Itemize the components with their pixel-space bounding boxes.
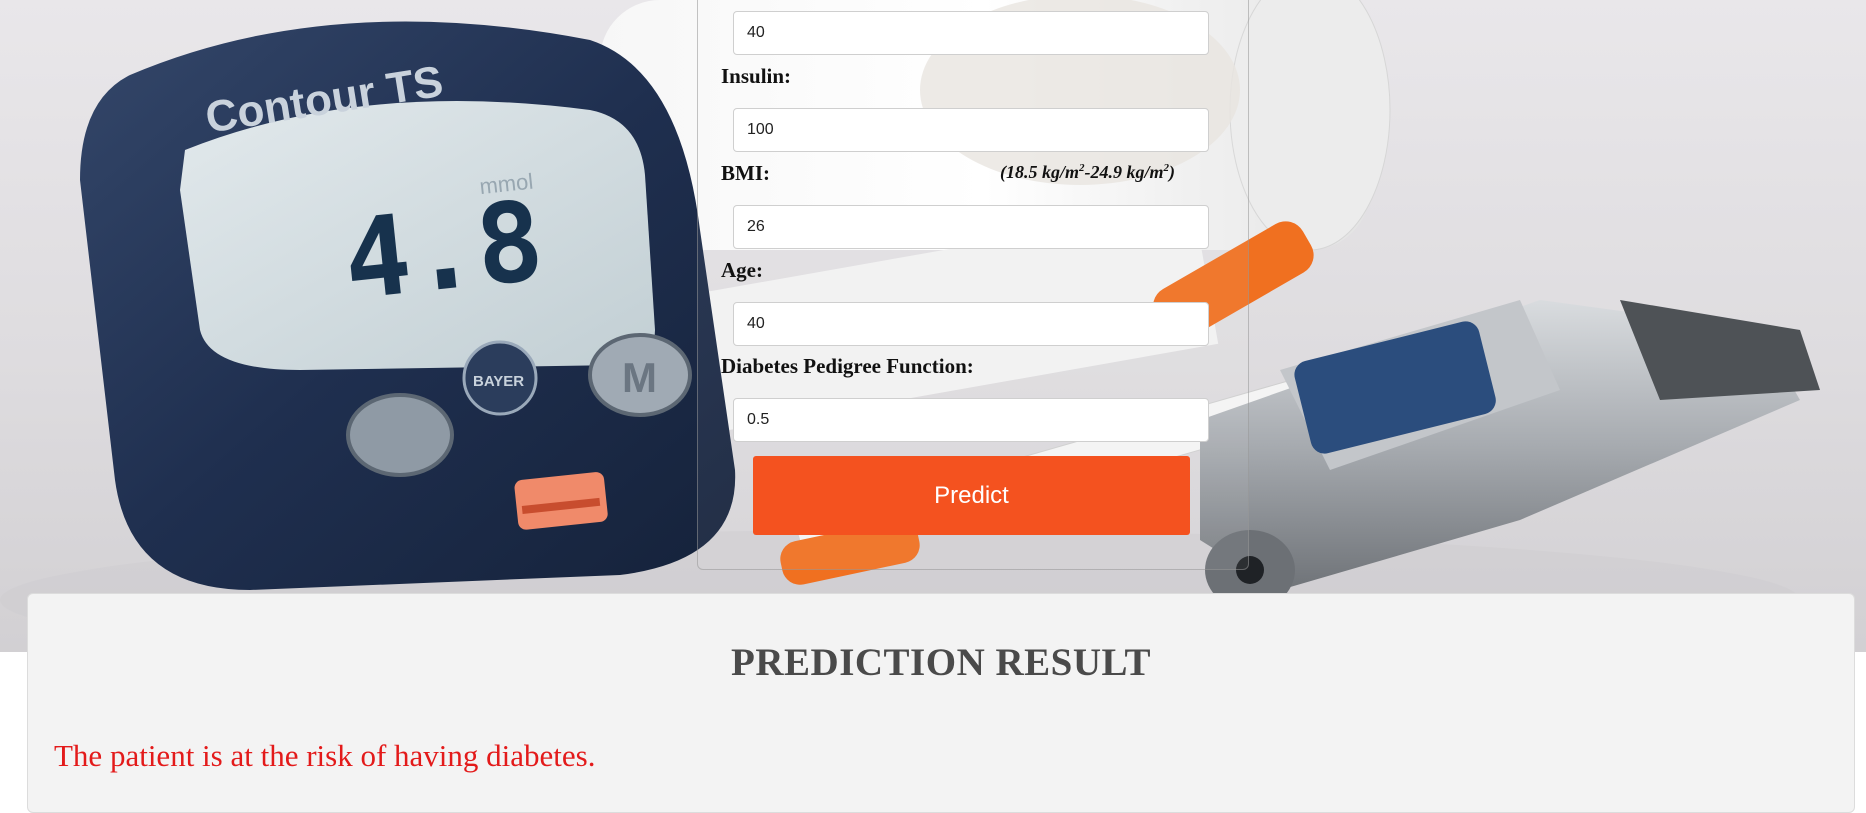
- result-title: PREDICTION RESULT: [731, 641, 1151, 684]
- svg-text:4.8: 4.8: [338, 177, 549, 325]
- bmi-field[interactable]: [733, 205, 1209, 249]
- result-panel: PREDICTION RESULT The patient is at the …: [27, 593, 1855, 813]
- age-label: Age:: [721, 258, 763, 282]
- insulin-field[interactable]: [733, 108, 1209, 152]
- svg-text:BAYER: BAYER: [473, 373, 524, 390]
- age-field[interactable]: [733, 302, 1209, 346]
- result-message: The patient is at the risk of having dia…: [54, 738, 596, 773]
- glucose-meter-shape: Contour TS 4.8 mmol BAYER M: [80, 21, 736, 590]
- blood-pressure-field[interactable]: [733, 11, 1209, 55]
- pedigree-field[interactable]: [733, 398, 1209, 442]
- pedigree-label: Diabetes Pedigree Function:: [721, 354, 974, 378]
- svg-text:M: M: [622, 354, 657, 401]
- predict-button[interactable]: Predict: [753, 456, 1190, 535]
- bmi-label: BMI:: [721, 161, 770, 185]
- insulin-label: Insulin:: [721, 64, 792, 88]
- bmi-range-hint: (18.5 kg/m2-24.9 kg/m2): [1000, 162, 1175, 182]
